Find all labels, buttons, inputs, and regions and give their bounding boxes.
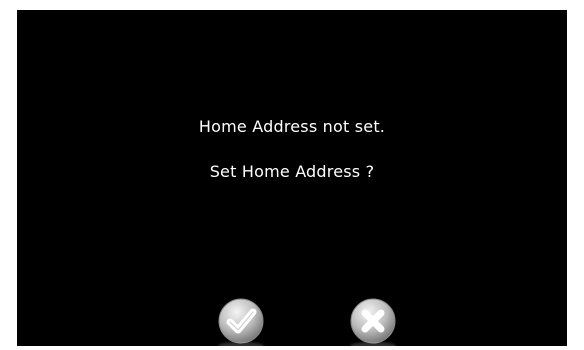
cancel-button[interactable] [350, 298, 396, 344]
close-icon [350, 298, 396, 344]
confirm-button-reflection [218, 342, 264, 346]
message-not-set: Home Address not set. [198, 117, 386, 136]
confirm-button[interactable] [218, 298, 264, 344]
checkmark-icon [218, 298, 264, 344]
message-prompt: Set Home Address ? [209, 162, 375, 181]
cancel-button-reflection [350, 342, 396, 346]
dialog-screen: Home Address not set. Set Home Address ? [17, 10, 567, 346]
